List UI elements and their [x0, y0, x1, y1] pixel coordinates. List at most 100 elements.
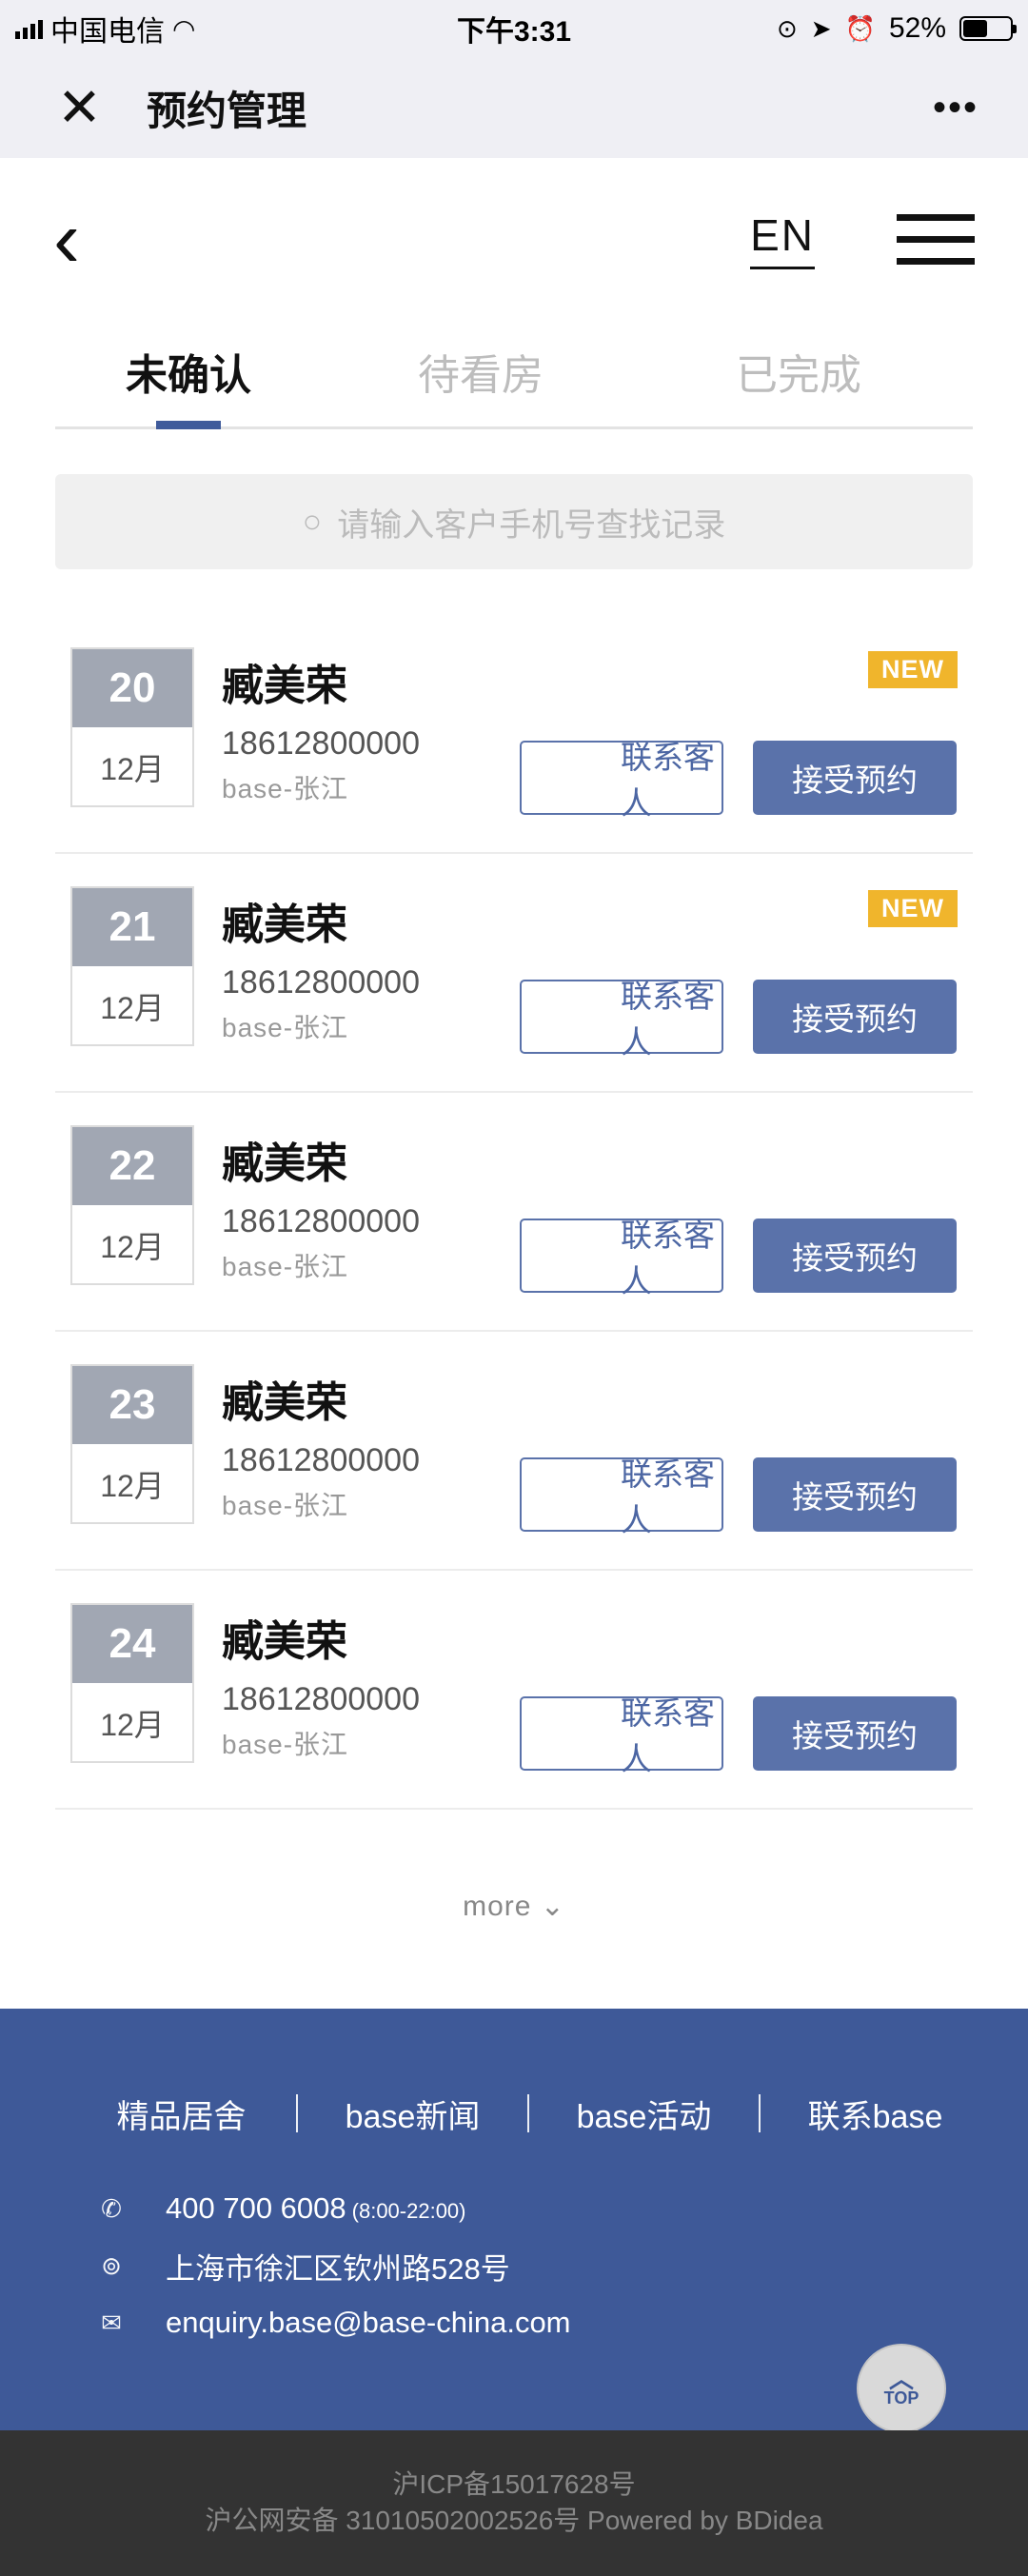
location-icon: ➤ [810, 13, 832, 43]
address-line: ⊚ 上海市徐汇区钦州路528号 [99, 2237, 1028, 2294]
contact-customer-button[interactable]: 联系客人 [520, 1695, 723, 1776]
customer-phone: 18612800000 [222, 725, 421, 762]
customer-location: base-张江 [222, 1013, 349, 1042]
accept-reservation-button[interactable]: 接受预约 [753, 1696, 957, 1771]
wechat-nav-bar: ✕ 预约管理 ••• [0, 57, 1028, 158]
tab-pending-viewing[interactable]: 待看房 [322, 320, 640, 426]
address: 上海市徐汇区钦州路528号 [166, 2251, 510, 2286]
battery-percent: 52% [888, 12, 946, 44]
page-title: 预约管理 [147, 88, 307, 133]
date-block: 20 12月 [70, 647, 194, 807]
date-day: 24 [72, 1605, 192, 1683]
more-icon[interactable]: ••• [933, 87, 979, 129]
reservation-list: 20 12月 臧美荣 18612800000 base-张江 NEW 联系客人 … [55, 615, 973, 1810]
contact-info: ✆ 400 700 6008 (8:00-22:00) ⊚ 上海市徐汇区钦州路52… [0, 2180, 1028, 2351]
customer-info: 臧美荣 18612800000 base-张江 [222, 890, 420, 1045]
status-left: 中国电信 ◠ [15, 8, 195, 50]
date-month: 12月 [100, 752, 165, 786]
accept-reservation-button[interactable]: 接受预约 [753, 980, 957, 1054]
customer-phone: 18612800000 [222, 1203, 421, 1239]
new-badge: NEW [868, 890, 958, 927]
accept-reservation-button[interactable]: 接受预约 [753, 1457, 957, 1532]
accept-reservation-button[interactable]: 接受预约 [753, 1219, 957, 1293]
customer-location: base-张江 [222, 1252, 349, 1281]
status-right: ⊙ ➤ ⏰ 52% [776, 12, 1017, 45]
list-item: 24 12月 臧美荣 18612800000 base-张江 联系客人 接受预约 [55, 1571, 973, 1810]
phone-icon: ✆ [101, 2193, 122, 2223]
date-month: 12月 [100, 1230, 165, 1264]
search-placeholder: 请输入客户手机号查找记录 [337, 506, 726, 544]
phone-line: ✆ 400 700 6008 (8:00-22:00) [99, 2180, 1028, 2237]
customer-name: 臧美荣 [222, 663, 347, 709]
list-item: 20 12月 臧美荣 18612800000 base-张江 NEW 联系客人 … [55, 615, 973, 854]
tab-completed[interactable]: 已完成 [640, 320, 958, 426]
load-more-link[interactable]: more ⌄ [0, 1890, 1028, 1923]
top-label: TOP [883, 2388, 919, 2408]
contact-customer-button[interactable]: 联系客人 [520, 979, 723, 1060]
icp-record: 沪ICP备15017628号 [392, 2469, 636, 2499]
status-bar: 中国电信 ◠ 下午3:31 ⊙ ➤ ⏰ 52% [0, 0, 1028, 57]
date-month: 12月 [100, 1469, 165, 1503]
rotation-lock-icon: ⊙ [776, 13, 798, 43]
date-month: 12月 [100, 991, 165, 1025]
back-icon[interactable]: ‹ [53, 199, 80, 279]
battery-icon [959, 16, 1017, 41]
customer-info: 臧美荣 18612800000 base-张江 [222, 1607, 420, 1762]
close-icon[interactable]: ✕ [57, 81, 105, 134]
tab-unconfirmed[interactable]: 未确认 [55, 320, 322, 426]
list-item: 22 12月 臧美荣 18612800000 base-张江 联系客人 接受预约 [55, 1093, 973, 1332]
chevron-up-icon: ︿ [888, 2364, 914, 2393]
date-day: 20 [72, 649, 192, 727]
language-switch[interactable]: EN [750, 209, 815, 269]
divider [527, 2094, 529, 2132]
contact-customer-button[interactable]: 联系客人 [520, 1218, 723, 1298]
site-footer: 精品居舍 base新闻 base活动 联系base ✆ 400 700 6008… [0, 2009, 1028, 2433]
email[interactable]: enquiry.base@base-china.com [166, 2306, 571, 2340]
clock: 下午3:31 [456, 16, 572, 48]
site-header: ‹ EN [0, 158, 1028, 320]
list-item: 21 12月 臧美荣 18612800000 base-张江 NEW 联系客人 … [55, 854, 973, 1093]
customer-name: 臧美荣 [222, 1140, 347, 1187]
footer-link-news[interactable]: base新闻 [298, 2091, 527, 2137]
contact-customer-button[interactable]: 联系客人 [520, 740, 723, 821]
menu-icon[interactable] [897, 213, 975, 265]
mail-icon: ✉ [101, 2308, 122, 2337]
customer-location: base-张江 [222, 774, 349, 803]
search-input[interactable]: ○ 请输入客户手机号查找记录 [55, 474, 973, 569]
customer-name: 臧美荣 [222, 1618, 347, 1665]
date-day: 23 [72, 1366, 192, 1444]
customer-name: 臧美荣 [222, 1379, 347, 1426]
customer-info: 臧美荣 18612800000 base-张江 [222, 651, 420, 806]
customer-phone: 18612800000 [222, 964, 421, 1001]
back-to-top-button[interactable]: ︿ TOP [857, 2344, 946, 2433]
customer-location: base-张江 [222, 1730, 349, 1759]
divider [296, 2094, 298, 2132]
email-line: ✉ enquiry.base@base-china.com [99, 2294, 1028, 2351]
accept-reservation-button[interactable]: 接受预约 [753, 741, 957, 815]
status-tabs: 未确认 待看房 已完成 [55, 320, 973, 429]
footer-nav: 精品居舍 base新闻 base活动 联系base [0, 2047, 1028, 2180]
location-pin-icon: ⊚ [101, 2250, 122, 2280]
footer-link-events[interactable]: base活动 [529, 2091, 759, 2137]
signal-icon [15, 18, 43, 39]
customer-phone: 18612800000 [222, 1442, 421, 1478]
customer-info: 臧美荣 18612800000 base-张江 [222, 1129, 420, 1284]
customer-location: base-张江 [222, 1491, 349, 1520]
legal-bar: 沪ICP备15017628号 沪公网安备 31010502002526号 Pow… [0, 2430, 1028, 2576]
customer-info: 臧美荣 18612800000 base-张江 [222, 1368, 420, 1523]
date-block: 21 12月 [70, 886, 194, 1046]
footer-link-homes[interactable]: 精品居舍 [67, 2091, 296, 2137]
date-block: 23 12月 [70, 1364, 194, 1524]
divider [759, 2094, 761, 2132]
date-block: 22 12月 [70, 1125, 194, 1285]
customer-phone: 18612800000 [222, 1681, 421, 1717]
date-block: 24 12月 [70, 1603, 194, 1763]
footer-link-contact[interactable]: 联系base [761, 2091, 990, 2137]
new-badge: NEW [868, 651, 958, 688]
phone-number[interactable]: 400 700 6008 [166, 2191, 346, 2225]
contact-customer-button[interactable]: 联系客人 [520, 1456, 723, 1537]
date-day: 22 [72, 1127, 192, 1205]
search-icon: ○ [302, 503, 323, 540]
customer-name: 臧美荣 [222, 902, 347, 948]
alarm-icon: ⏰ [844, 13, 876, 43]
